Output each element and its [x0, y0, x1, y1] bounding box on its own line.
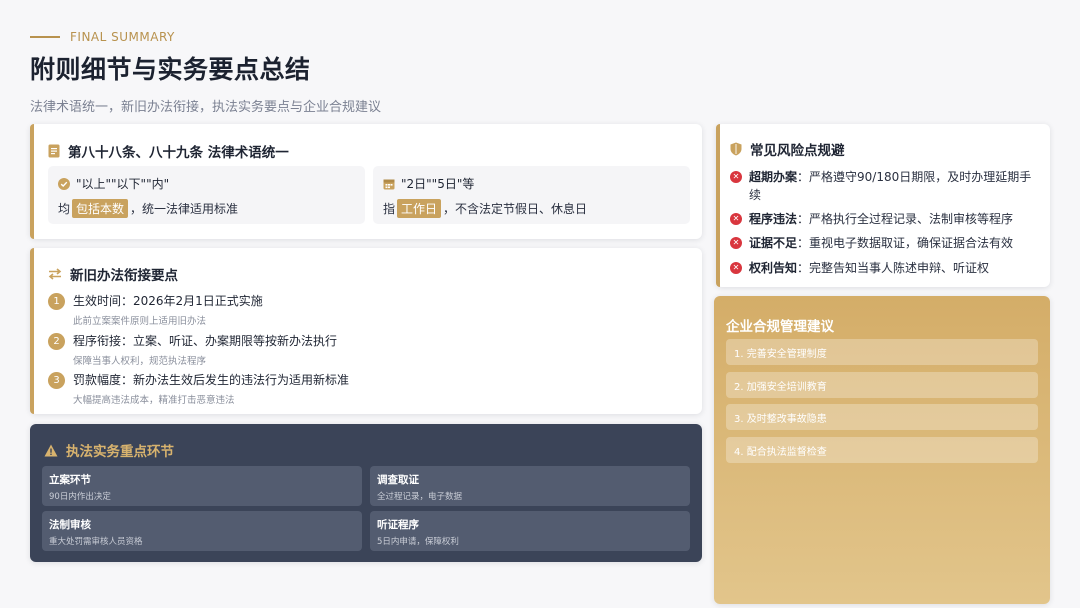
risk-item: ✕ 权利告知：完整告知当事人陈述申辩、听证权	[730, 259, 1038, 277]
tile-sub: 90日内作出决定	[49, 492, 111, 502]
transition-step: 1 生效时间：2026年2月1日正式实施 此前立案案件原则上适用旧办法	[48, 292, 263, 327]
compliance-card: 企业合规管理建议 1. 完善安全管理制度 2. 加强安全培训教育 3. 及时整改…	[714, 296, 1050, 604]
tile-title: 立案环节	[49, 474, 91, 486]
term-item-head-text: "2日""5日"等	[401, 177, 475, 191]
term-item-pre: 指	[383, 202, 396, 216]
risk-label: 超期办案	[749, 170, 798, 184]
tile-title: 听证程序	[377, 519, 419, 531]
step-content: 罚款幅度：新办法生效后发生的违法行为适用新标准 大幅提高违法成本，精准打击恶意违…	[73, 371, 349, 406]
term-item-head: "以上""以下""内"	[58, 175, 355, 192]
transition-card: 新旧办法衔接要点 1 生效时间：2026年2月1日正式实施 此前立案案件原则上适…	[30, 248, 702, 414]
step-number: 2	[48, 333, 65, 350]
terms-card: 第八十八条、八十九条 法律术语统一 "以上""以下""内" 均包括本数 ，统一法律…	[30, 124, 702, 239]
compliance-item: 1. 完善安全管理制度	[726, 339, 1038, 365]
term-highlight: 工作日	[397, 199, 442, 218]
terms-card-title: 第八十八条、八十九条 法律术语统一	[48, 141, 289, 161]
calendar-icon	[383, 178, 395, 190]
practice-tile-investigation: 调查取证 全过程记录，电子数据	[370, 466, 690, 506]
practice-card: 执法实务重点环节 立案环节 90日内作出决定 调查取证 全过程记录，电子数据 法…	[30, 424, 702, 562]
eyebrow-line	[30, 36, 60, 38]
term-item-post: ，统一法律适用标准	[130, 202, 239, 216]
step-note: 保障当事人权利，规范执法程序	[73, 356, 207, 367]
term-item-body: 指工作日 ，不含法定节假日、休息日	[383, 199, 680, 218]
term-item-body: 均包括本数 ，统一法律适用标准	[58, 199, 355, 218]
step-number: 1	[48, 293, 65, 310]
error-x-icon: ✕	[730, 262, 742, 274]
step-note: 此前立案案件原则上适用旧办法	[73, 316, 207, 327]
risk-card-title: 常见风险点规避	[730, 139, 845, 159]
tile-sub: 重大处罚需审核人员资格	[49, 537, 143, 547]
transition-card-title: 新旧办法衔接要点	[48, 264, 178, 284]
page-title: 附则细节与实务要点总结	[30, 55, 311, 84]
transition-step: 3 罚款幅度：新办法生效后发生的违法行为适用新标准 大幅提高违法成本，精准打击恶…	[48, 371, 349, 406]
risk-card: 常见风险点规避 ✕ 超期办案：严格遵守90/180日期限，及时办理延期手续 ✕ …	[716, 124, 1050, 287]
term-item-head-text: "以上""以下""内"	[76, 177, 170, 191]
step-content: 生效时间：2026年2月1日正式实施 此前立案案件原则上适用旧办法	[73, 292, 263, 327]
risk-text: 程序违法：严格执行全过程记录、法制审核等程序	[749, 210, 1013, 228]
tile-title: 法制审核	[49, 519, 91, 531]
risk-label: 权利告知	[749, 261, 798, 275]
practice-tile-filing: 立案环节 90日内作出决定	[42, 466, 362, 506]
step-note: 大幅提高违法成本，精准打击恶意违法	[73, 395, 235, 406]
check-circle-icon	[58, 177, 70, 190]
step-main: 罚款幅度：新办法生效后发生的违法行为适用新标准	[73, 373, 350, 387]
compliance-card-title: 企业合规管理建议	[726, 319, 834, 335]
risk-desc: ：严格执行全过程记录、法制审核等程序	[797, 212, 1014, 226]
practice-tile-legal-review: 法制审核 重大处罚需审核人员资格	[42, 511, 362, 551]
document-icon	[48, 144, 60, 158]
risk-text: 权利告知：完整告知当事人陈述申辩、听证权	[749, 259, 989, 277]
risk-desc: ：重视电子数据取证，确保证据合法有效	[797, 236, 1014, 250]
error-x-icon: ✕	[730, 171, 742, 183]
step-main: 程序衔接：立案、听证、办案期限等按新办法执行	[73, 334, 338, 348]
risk-desc: ：完整告知当事人陈述申辩、听证权	[797, 261, 990, 275]
tile-sub: 5日内申请，保障权利	[377, 537, 459, 547]
warning-icon	[44, 444, 58, 457]
error-x-icon: ✕	[730, 237, 742, 249]
eyebrow: FINAL SUMMARY	[30, 30, 1050, 44]
tile-sub: 全过程记录，电子数据	[377, 492, 463, 502]
step-main: 生效时间：2026年2月1日正式实施	[73, 294, 263, 308]
compliance-item: 4. 配合执法监督检查	[726, 437, 1038, 463]
page-subtitle: 法律术语统一，新旧办法衔接，执法实务要点与企业合规建议	[30, 100, 382, 115]
term-highlight: 包括本数	[72, 199, 129, 218]
practice-card-title-text: 执法实务重点环节	[66, 444, 174, 460]
risk-label: 证据不足	[749, 236, 798, 250]
risk-item: ✕ 超期办案：严格遵守90/180日期限，及时办理延期手续	[730, 168, 1038, 204]
transition-card-title-text: 新旧办法衔接要点	[70, 268, 178, 284]
risk-text: 证据不足：重视电子数据取证，确保证据合法有效	[749, 234, 1013, 252]
eyebrow-text: FINAL SUMMARY	[70, 30, 175, 44]
practice-card-title: 执法实务重点环节	[44, 440, 174, 460]
step-number: 3	[48, 372, 65, 389]
step-content: 程序衔接：立案、听证、办案期限等按新办法执行 保障当事人权利，规范执法程序	[73, 332, 337, 367]
term-item-inclusive: "以上""以下""内" 均包括本数 ，统一法律适用标准	[48, 166, 365, 224]
risk-label: 程序违法	[749, 212, 798, 226]
risk-item: ✕ 程序违法：严格执行全过程记录、法制审核等程序	[730, 210, 1038, 228]
term-item-post: ，不含法定节假日、休息日	[443, 202, 588, 216]
shield-icon	[730, 142, 742, 156]
compliance-item: 3. 及时整改事故隐患	[726, 404, 1038, 430]
compliance-item: 2. 加强安全培训教育	[726, 372, 1038, 398]
term-item-head: "2日""5日"等	[383, 175, 680, 192]
practice-tile-hearing: 听证程序 5日内申请，保障权利	[370, 511, 690, 551]
error-x-icon: ✕	[730, 213, 742, 225]
risk-card-title-text: 常见风险点规避	[750, 143, 845, 159]
term-item-pre: 均	[58, 202, 71, 216]
transition-step: 2 程序衔接：立案、听证、办案期限等按新办法执行 保障当事人权利，规范执法程序	[48, 332, 337, 367]
risk-text: 超期办案：严格遵守90/180日期限，及时办理延期手续	[749, 168, 1038, 204]
term-item-workdays: "2日""5日"等 指工作日 ，不含法定节假日、休息日	[373, 166, 690, 224]
risk-item: ✕ 证据不足：重视电子数据取证，确保证据合法有效	[730, 234, 1038, 252]
terms-card-title-text: 第八十八条、八十九条 法律术语统一	[68, 145, 289, 161]
swap-arrows-icon	[48, 268, 62, 280]
page-header: FINAL SUMMARY 附则细节与实务要点总结 法律术语统一，新旧办法衔接，…	[30, 30, 1050, 115]
tile-title: 调查取证	[377, 474, 419, 486]
